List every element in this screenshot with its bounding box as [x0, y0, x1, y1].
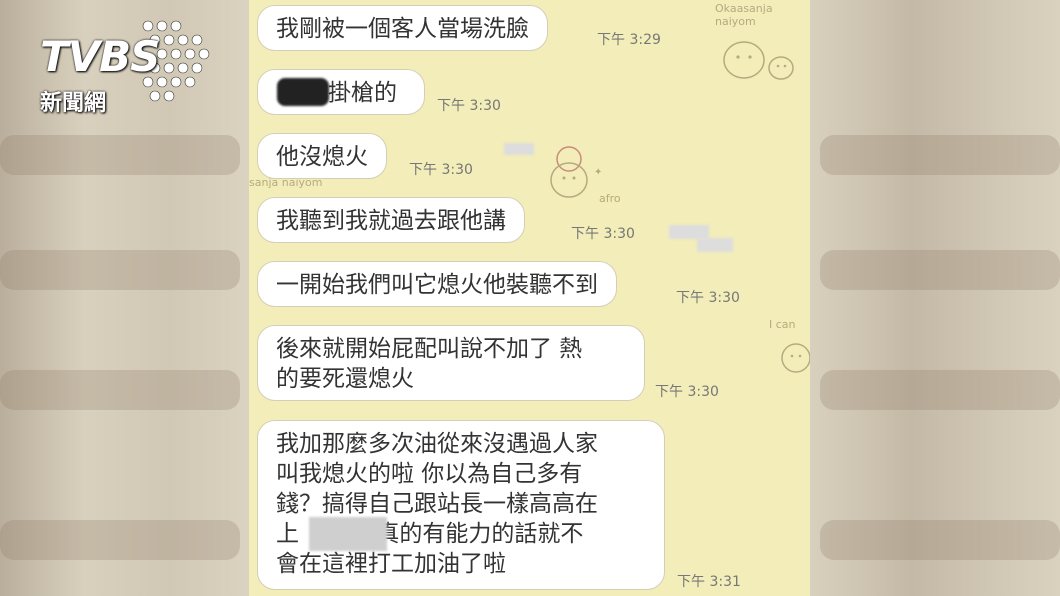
blurred-patch: [697, 238, 733, 252]
message-bubble: 我聽到我就過去跟他講: [257, 197, 525, 243]
message-bubble: 後來就開始屁配叫說不加了 熱 的要死還熄火: [257, 325, 645, 401]
message-text: 我聽到我就過去跟他講: [276, 208, 506, 234]
message-text: 一開始我們叫它熄火他裝聽不到: [276, 272, 598, 298]
message-time: 下午 3:30: [409, 162, 473, 178]
message-text: 掛槍的: [328, 80, 397, 106]
blurred-background-bar: [0, 520, 240, 560]
blurred-background-bar: [0, 250, 240, 290]
blurred-patch: [669, 225, 709, 239]
blurred-patch: [504, 143, 534, 155]
message-time: 下午 3:30: [676, 290, 740, 306]
blurred-background-bar: [820, 520, 1060, 560]
message-text: 他沒熄火: [276, 144, 368, 170]
blurred-background-bar: [820, 370, 1060, 410]
message-time: 下午 3:29: [597, 32, 661, 48]
tvbs-logo-subtitle: 新聞網: [40, 91, 107, 116]
blurred-background-bar: [820, 135, 1060, 175]
message-time: 下午 3:31: [677, 574, 741, 590]
message-bubble: 一開始我們叫它熄火他裝聽不到: [257, 261, 617, 307]
redaction-mark: [277, 78, 329, 106]
sticker-caption: Okaasanja naiyom: [715, 2, 773, 28]
chat-screenshot: Okaasanja naiyom ✦ afro sanja naiyom I c…: [249, 0, 810, 596]
message-bubble: 我加那麼多次油從來沒遇過人家 叫我熄火的啦 你以為自己多有 錢？搞得自己跟站長一…: [257, 420, 665, 590]
svg-text:✦: ✦: [594, 167, 602, 178]
blurred-background-bar: [820, 250, 1060, 290]
message-time: 下午 3:30: [571, 226, 635, 242]
message-time: 下午 3:30: [437, 98, 501, 114]
blurred-background-bar: [0, 135, 240, 175]
tvbs-logo: TVBS: [40, 32, 160, 81]
blurred-background-bar: [0, 370, 240, 410]
message-time: 下午 3:30: [655, 384, 719, 400]
chick-sticker-icon: [781, 343, 810, 373]
message-bubble: 他沒熄火: [257, 133, 387, 179]
chick-sticker-icon: [723, 41, 794, 80]
message-text: 我剛被一個客人當場洗臉: [276, 16, 529, 42]
message-bubble: 我剛被一個客人當場洗臉: [257, 5, 548, 51]
redaction-mark: [309, 517, 387, 551]
message-text: 後來就開始屁配叫說不加了 熱 的要死還熄火: [276, 336, 583, 392]
sticker-caption: afro: [599, 192, 621, 205]
